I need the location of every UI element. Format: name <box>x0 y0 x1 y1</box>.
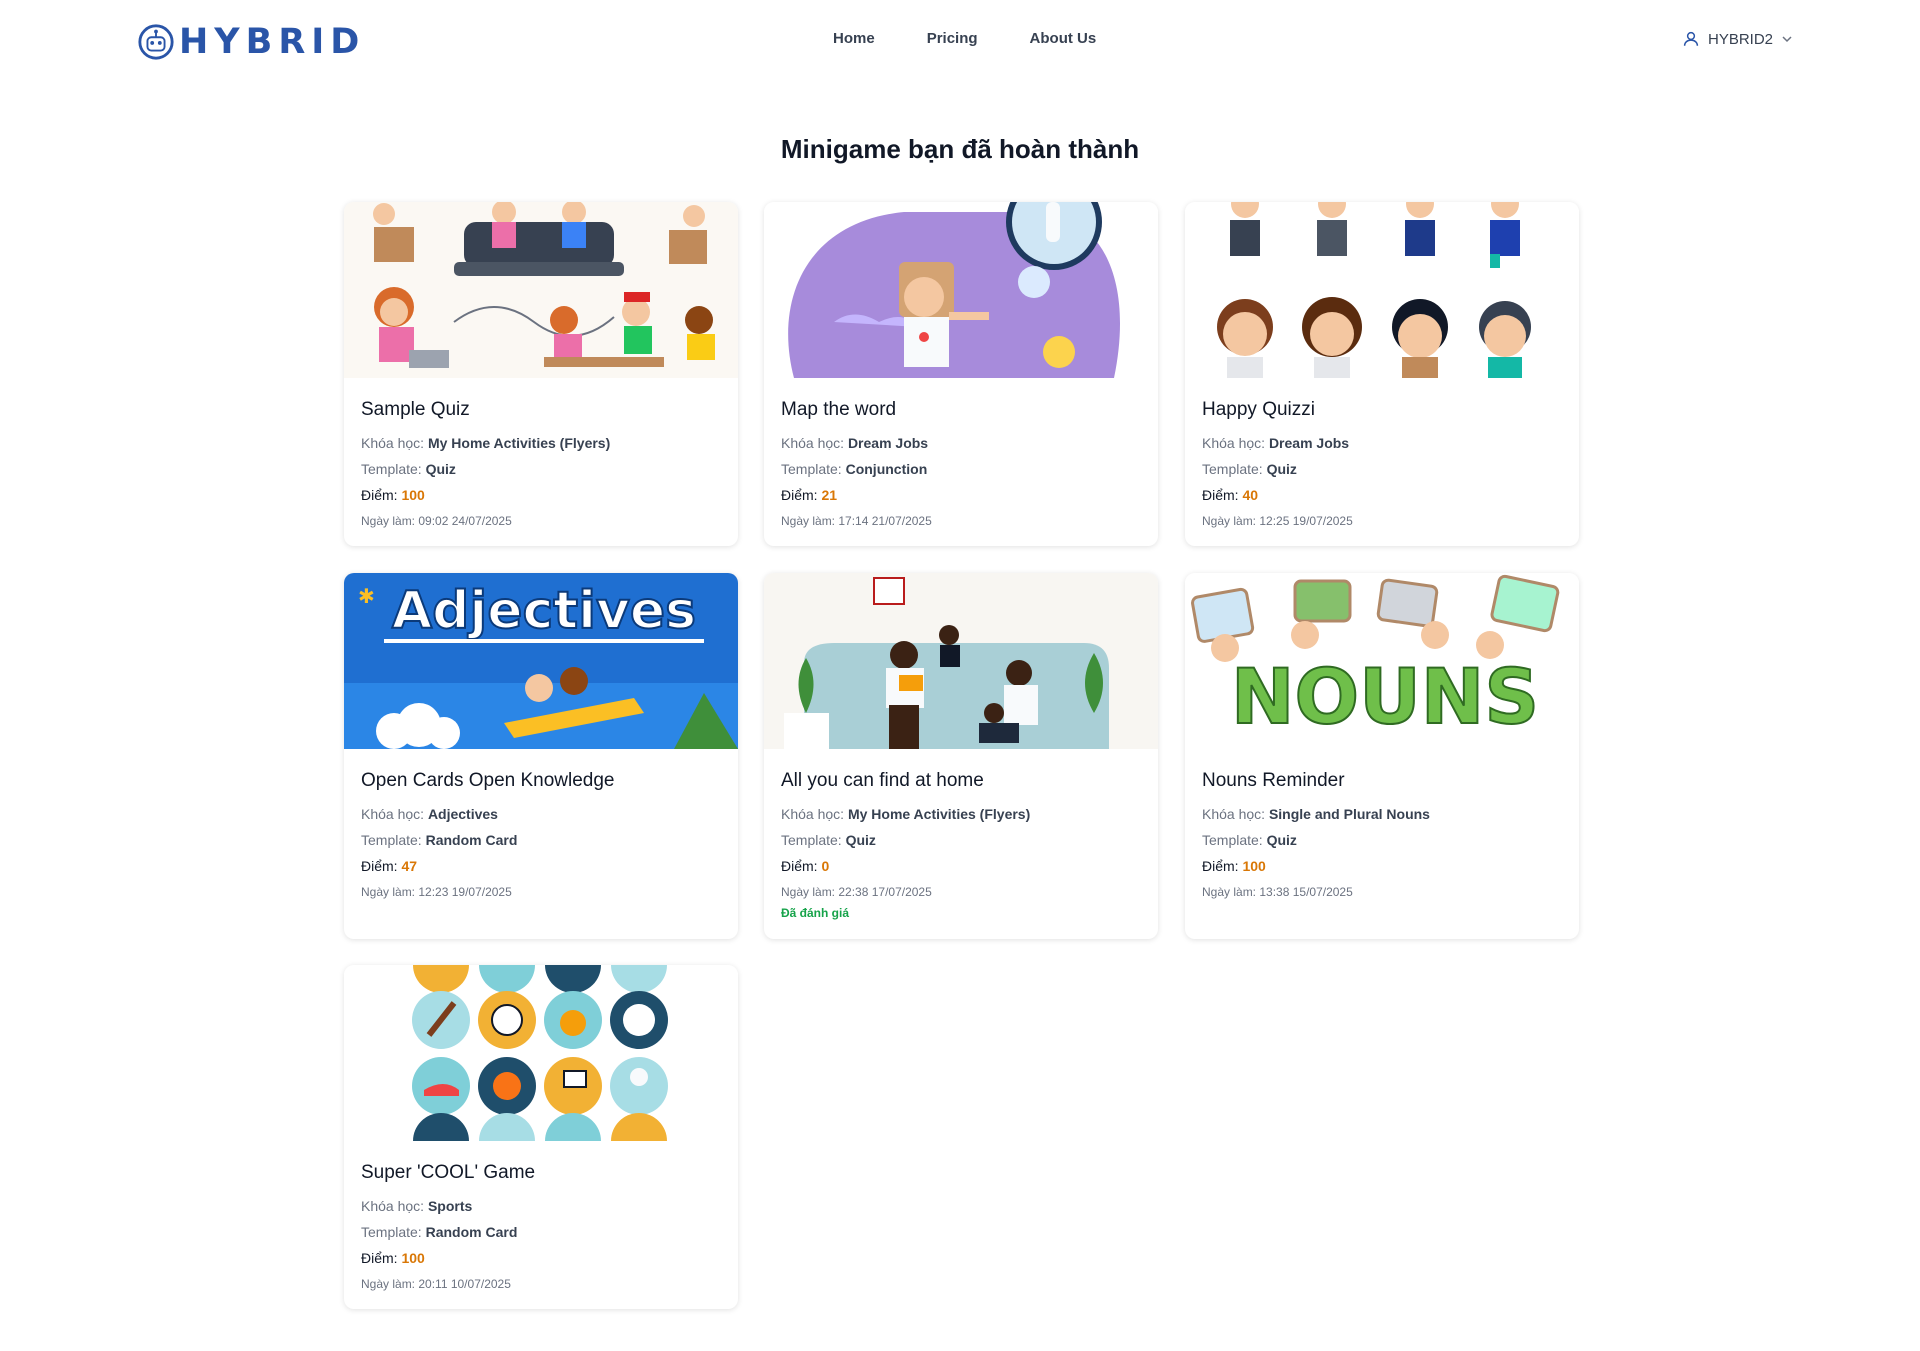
card-course: Khóa học: My Home Activities (Flyers) <box>361 435 611 451</box>
professions-characters-thumbnail <box>1185 202 1579 378</box>
card-course: Khóa học: Dream Jobs <box>781 435 929 451</box>
game-card[interactable]: NOUNS Nouns Reminder Khóa học: Single an… <box>1185 573 1579 939</box>
card-score: Điểm: 40 <box>1202 487 1259 503</box>
robot-logo-icon <box>138 24 174 60</box>
card-date: Ngày làm: 13:38 15/07/2025 <box>1202 885 1353 899</box>
card-score: Điểm: 100 <box>361 487 425 503</box>
card-template: Template: Quiz <box>361 461 456 477</box>
game-card[interactable]: Map the word Khóa học: Dream Jobs Templa… <box>764 202 1158 546</box>
svg-text:✱: ✱ <box>358 586 375 608</box>
game-card[interactable]: Sample Quiz Khóa học: My Home Activities… <box>344 202 738 546</box>
nav-about-us[interactable]: About Us <box>1030 30 1097 47</box>
username: HYBRID2 <box>1708 30 1774 48</box>
family-living-room-thumbnail <box>764 573 1158 749</box>
card-date: Ngày làm: 22:38 17/07/2025 <box>781 885 932 899</box>
card-title: Map the word <box>781 399 897 420</box>
nouns-thumbnail: NOUNS <box>1185 573 1579 749</box>
game-card[interactable]: Super 'COOL' Game Khóa học: Sports Templ… <box>344 965 738 1309</box>
game-card[interactable]: All you can find at home Khóa học: My Ho… <box>764 573 1158 939</box>
card-title: Super 'COOL' Game <box>361 1162 536 1183</box>
card-score: Điểm: 47 <box>361 858 418 874</box>
game-card[interactable]: Adjectives ✱ Open Cards Open Knowledge K… <box>344 573 738 939</box>
astronaut-kid-thumbnail <box>764 202 1158 378</box>
card-template: Template: Quiz <box>781 832 876 848</box>
user-icon <box>1683 31 1699 46</box>
card-course: Khóa học: My Home Activities (Flyers) <box>781 806 1031 822</box>
card-template: Template: Quiz <box>1202 461 1297 477</box>
card-date: Ngày làm: 20:11 10/07/2025 <box>361 1277 511 1291</box>
chevron-down-icon <box>1782 36 1792 43</box>
nav-home[interactable]: Home <box>833 30 875 47</box>
card-date: Ngày làm: 12:23 19/07/2025 <box>361 885 512 899</box>
card-course: Khóa học: Dream Jobs <box>1202 435 1350 451</box>
main-nav: Home Pricing About Us <box>833 30 1096 47</box>
card-date: Ngày làm: 09:02 24/07/2025 <box>361 514 512 528</box>
card-title: Sample Quiz <box>361 399 470 420</box>
card-template: Template: Random Card <box>361 832 518 848</box>
card-template: Template: Random Card <box>361 1224 518 1240</box>
card-score: Điểm: 21 <box>781 487 838 503</box>
card-course: Khóa học: Single and Plural Nouns <box>1202 806 1430 822</box>
sports-icons-thumbnail <box>344 965 738 1141</box>
card-course: Khóa học: Adjectives <box>361 806 498 822</box>
card-title: Open Cards Open Knowledge <box>361 770 615 791</box>
user-menu[interactable]: HYBRID2 <box>1682 30 1793 48</box>
logo-text: HYBRID <box>179 22 366 62</box>
card-template: Template: Conjunction <box>781 461 928 477</box>
game-card[interactable]: Happy Quizzi Khóa học: Dream Jobs Templa… <box>1185 202 1579 546</box>
card-template: Template: Quiz <box>1202 832 1297 848</box>
svg-text:NOUNS: NOUNS <box>1231 652 1539 741</box>
nav-pricing[interactable]: Pricing <box>927 30 978 47</box>
card-title: Nouns Reminder <box>1202 770 1345 791</box>
logo[interactable]: HYBRID <box>137 20 365 64</box>
top-header: HYBRID Home Pricing About Us HYBRID2 <box>0 0 1920 84</box>
card-course: Khóa học: Sports <box>361 1198 473 1214</box>
card-title: Happy Quizzi <box>1202 399 1315 420</box>
svg-text:Adjectives: Adjectives <box>392 581 696 641</box>
page-title: Minigame bạn đã hoàn thành <box>780 134 1140 164</box>
adjectives-thumbnail: Adjectives ✱ <box>344 573 738 749</box>
status-badge: Đã đánh giá <box>781 906 850 920</box>
kids-laptops-thumbnail <box>344 202 738 378</box>
card-score: Điểm: 0 <box>781 858 830 874</box>
card-title: All you can find at home <box>781 770 984 791</box>
card-score: Điểm: 100 <box>1202 858 1266 874</box>
card-date: Ngày làm: 17:14 21/07/2025 <box>781 514 932 528</box>
card-date: Ngày làm: 12:25 19/07/2025 <box>1202 514 1353 528</box>
card-score: Điểm: 100 <box>361 1250 425 1266</box>
